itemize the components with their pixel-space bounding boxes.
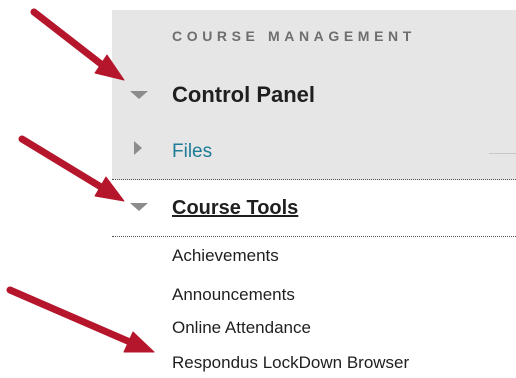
divider-dotted-bottom [112, 236, 516, 237]
course-tool-item-achievements[interactable]: Achievements [172, 246, 279, 266]
course-menu-screenshot: COURSE MANAGEMENT Control Panel Files Co… [0, 0, 516, 378]
triangle-down-icon[interactable] [130, 203, 148, 211]
red-arrow-icon [30, 8, 125, 81]
triangle-down-icon[interactable] [130, 91, 148, 99]
files-arrow-line [489, 153, 516, 154]
triangle-right-icon[interactable] [134, 141, 142, 155]
course-tools-label[interactable]: Course Tools [172, 197, 298, 220]
control-panel-row[interactable]: Control Panel [112, 82, 516, 112]
divider-dotted-top [112, 179, 516, 180]
files-row[interactable]: Files [112, 141, 516, 167]
course-tool-item-online-attendance[interactable]: Online Attendance [172, 318, 311, 338]
red-arrow-icon [6, 286, 155, 353]
course-tools-row[interactable]: Course Tools [112, 197, 516, 225]
control-panel-label[interactable]: Control Panel [172, 82, 315, 108]
course-tool-item-announcements[interactable]: Announcements [172, 285, 295, 305]
red-arrow-icon [18, 135, 125, 202]
files-link[interactable]: Files [172, 141, 212, 163]
course-management-header: COURSE MANAGEMENT [172, 28, 416, 44]
course-tool-item-respondus-lockdown-browser[interactable]: Respondus LockDown Browser [172, 353, 409, 373]
